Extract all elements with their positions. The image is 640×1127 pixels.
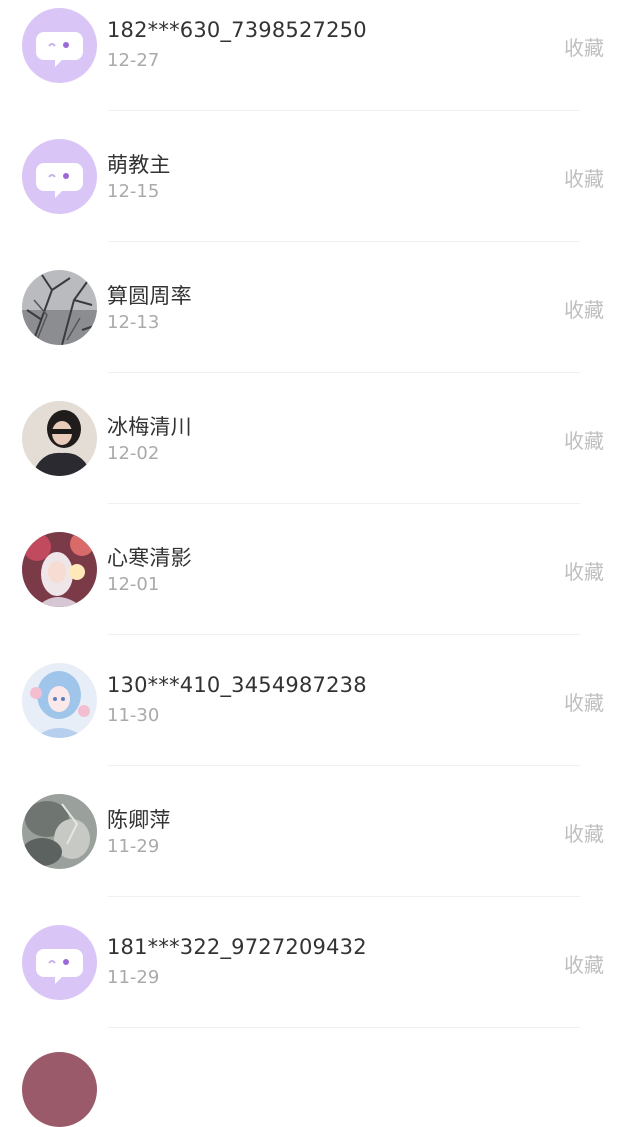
favorite-button[interactable]: 收藏 xyxy=(564,949,604,978)
list-item[interactable]: 182***630_7398527250 12-27 收藏 xyxy=(0,0,640,111)
contact-date: 12-01 xyxy=(107,574,160,595)
contact-name: 心寒清影 xyxy=(107,546,192,570)
anime-blue-photo-avatar xyxy=(22,663,97,738)
list-item[interactable]: 冰梅清川 12-02 收藏 xyxy=(0,373,640,504)
list-item[interactable]: 算圆周率 12-13 收藏 xyxy=(0,242,640,373)
branches-photo-avatar xyxy=(22,270,97,345)
contact-date: 11-29 xyxy=(107,836,160,857)
contact-name: 130***410_3454987238 xyxy=(107,673,367,697)
list-item[interactable]: 心寒清影 12-01 收藏 xyxy=(0,504,640,635)
favorite-button[interactable]: 收藏 xyxy=(564,818,604,847)
contact-name: 萌教主 xyxy=(107,153,171,177)
list-item[interactable]: 181***322_9727209432 11-29 收藏 xyxy=(0,897,640,1028)
contact-name: 算圆周率 xyxy=(107,284,192,308)
default-chat-avatar-icon xyxy=(22,925,97,1000)
person-photo-avatar xyxy=(22,401,97,476)
favorite-button[interactable]: 收藏 xyxy=(564,163,604,192)
contact-date: 11-30 xyxy=(107,705,160,726)
list-item[interactable]: 陈卿萍 11-29 收藏 xyxy=(0,766,640,897)
contact-name: 冰梅清川 xyxy=(107,415,192,439)
list-item[interactable]: 130***410_3454987238 11-30 收藏 xyxy=(0,635,640,766)
favorite-button[interactable]: 收藏 xyxy=(564,425,604,454)
anime-girl-photo-avatar xyxy=(22,532,97,607)
contact-list: 182***630_7398527250 12-27 收藏 萌教主 12-15 … xyxy=(0,0,640,1028)
favorite-button[interactable]: 收藏 xyxy=(564,294,604,323)
default-chat-avatar-icon xyxy=(22,139,97,214)
contact-name: 182***630_7398527250 xyxy=(107,18,367,42)
contact-date: 12-27 xyxy=(107,50,160,71)
contact-date: 12-15 xyxy=(107,181,160,202)
list-item[interactable]: 萌教主 12-15 收藏 xyxy=(0,111,640,242)
default-chat-avatar-icon xyxy=(22,8,97,83)
favorite-button[interactable]: 收藏 xyxy=(564,32,604,61)
partial-avatar xyxy=(22,1052,97,1127)
favorite-button[interactable]: 收藏 xyxy=(564,556,604,585)
favorite-button[interactable]: 收藏 xyxy=(564,687,604,716)
contact-name: 陈卿萍 xyxy=(107,808,171,832)
contact-date: 12-02 xyxy=(107,443,160,464)
contact-date: 11-29 xyxy=(107,967,160,988)
contact-date: 12-13 xyxy=(107,312,160,333)
grey-scene-photo-avatar xyxy=(22,794,97,869)
contact-name: 181***322_9727209432 xyxy=(107,935,367,959)
